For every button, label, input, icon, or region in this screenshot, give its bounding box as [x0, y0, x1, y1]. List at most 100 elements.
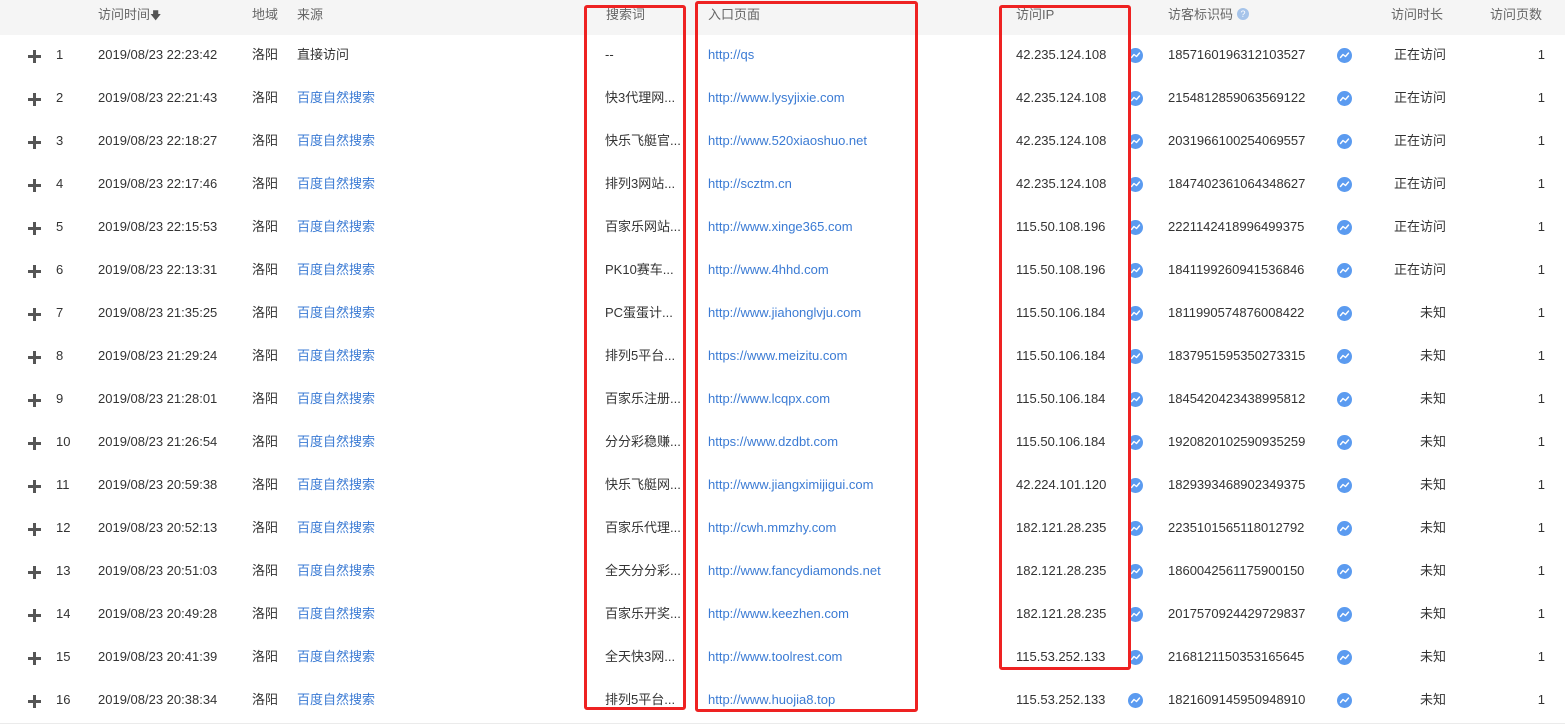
source[interactable]: 百度自然搜索 — [297, 131, 375, 151]
ip-trend-icon[interactable] — [1128, 521, 1143, 536]
visitor-trend-icon[interactable] — [1337, 91, 1352, 106]
entry-page-link[interactable]: http://www.keezhen.com — [708, 604, 849, 624]
search-keyword[interactable]: 排列5平台... — [605, 346, 683, 366]
source[interactable]: 百度自然搜索 — [297, 604, 375, 624]
entry-page-link[interactable]: http://www.4hhd.com — [708, 260, 829, 280]
search-keyword[interactable]: PK10赛车... — [605, 260, 683, 280]
visitor-trend-icon[interactable] — [1337, 521, 1352, 536]
expand-row-icon[interactable] — [28, 93, 41, 106]
entry-page-link[interactable]: http://www.toolrest.com — [708, 647, 842, 667]
visitor-trend-icon[interactable] — [1337, 177, 1352, 192]
ip-trend-icon[interactable] — [1128, 91, 1143, 106]
expand-row-icon[interactable] — [28, 351, 41, 364]
entry-page-link[interactable]: http://www.lcqpx.com — [708, 389, 830, 409]
arrow-down-icon[interactable]: 🡇 — [150, 10, 161, 22]
question-icon[interactable]: ? — [1237, 8, 1250, 20]
ip-trend-icon[interactable] — [1128, 693, 1143, 708]
source[interactable]: 百度自然搜索 — [297, 475, 375, 495]
search-keyword[interactable]: 全天分分彩... — [605, 561, 683, 581]
table-row[interactable]: 7 2019/08/23 21:35:25 洛阳 百度自然搜索 PC蛋蛋计... http… — [0, 293, 1565, 337]
ip-trend-icon[interactable] — [1128, 177, 1143, 192]
table-row[interactable]: 6 2019/08/23 22:13:31 洛阳 百度自然搜索 PK10赛车... htt… — [0, 250, 1565, 294]
column-header-time[interactable]: 访问时间🡇 — [98, 5, 161, 26]
ip-trend-icon[interactable] — [1128, 478, 1143, 493]
visitor-trend-icon[interactable] — [1337, 693, 1352, 708]
entry-page-link[interactable]: https://www.dzdbt.com — [708, 432, 838, 452]
search-keyword[interactable]: 排列3网站... — [605, 174, 683, 194]
search-keyword[interactable]: 百家乐注册... — [605, 389, 683, 409]
expand-row-icon[interactable] — [28, 695, 41, 708]
visitor-trend-icon[interactable] — [1337, 349, 1352, 364]
table-row[interactable]: 5 2019/08/23 22:15:53 洛阳 百度自然搜索 百家乐网站... http… — [0, 207, 1565, 251]
entry-page-link[interactable]: http://www.huojia8.top — [708, 690, 835, 710]
ip-trend-icon[interactable] — [1128, 650, 1143, 665]
ip-trend-icon[interactable] — [1128, 564, 1143, 579]
entry-page-link[interactable]: http://www.xinge365.com — [708, 217, 853, 237]
search-keyword[interactable]: PC蛋蛋计... — [605, 303, 683, 323]
visitor-trend-icon[interactable] — [1337, 306, 1352, 321]
ip-trend-icon[interactable] — [1128, 349, 1143, 364]
entry-page-link[interactable]: http://www.520xiaoshuo.net — [708, 131, 867, 151]
ip-trend-icon[interactable] — [1128, 134, 1143, 149]
entry-page-link[interactable]: http://qs — [708, 45, 754, 65]
ip-trend-icon[interactable] — [1128, 306, 1143, 321]
ip-trend-icon[interactable] — [1128, 435, 1143, 450]
entry-page-link[interactable]: http://www.fancydiamonds.net — [708, 561, 881, 581]
visitor-trend-icon[interactable] — [1337, 564, 1352, 579]
visitor-trend-icon[interactable] — [1337, 134, 1352, 149]
search-keyword[interactable]: -- — [605, 45, 683, 65]
source[interactable]: 百度自然搜索 — [297, 303, 375, 323]
visitor-trend-icon[interactable] — [1337, 48, 1352, 63]
expand-row-icon[interactable] — [28, 265, 41, 278]
table-row[interactable]: 16 2019/08/23 20:38:34 洛阳 百度自然搜索 排列5平台... htt… — [0, 680, 1565, 724]
table-row[interactable]: 12 2019/08/23 20:52:13 洛阳 百度自然搜索 百家乐代理... htt… — [0, 508, 1565, 552]
table-row[interactable]: 2 2019/08/23 22:21:43 洛阳 百度自然搜索 快3代理网... http… — [0, 78, 1565, 122]
visitor-trend-icon[interactable] — [1337, 263, 1352, 278]
entry-page-link[interactable]: http://www.jiangximijigui.com — [708, 475, 873, 495]
search-keyword[interactable]: 百家乐网站... — [605, 217, 683, 237]
search-keyword[interactable]: 排列5平台... — [605, 690, 683, 710]
expand-row-icon[interactable] — [28, 437, 41, 450]
search-keyword[interactable]: 快乐飞艇官... — [605, 131, 683, 151]
expand-row-icon[interactable] — [28, 394, 41, 407]
ip-trend-icon[interactable] — [1128, 392, 1143, 407]
search-keyword[interactable]: 百家乐代理... — [605, 518, 683, 538]
visitor-trend-icon[interactable] — [1337, 435, 1352, 450]
expand-row-icon[interactable] — [28, 523, 41, 536]
visitor-trend-icon[interactable] — [1337, 650, 1352, 665]
visitor-trend-icon[interactable] — [1337, 478, 1352, 493]
table-row[interactable]: 3 2019/08/23 22:18:27 洛阳 百度自然搜索 快乐飞艇官... http… — [0, 121, 1565, 165]
ip-trend-icon[interactable] — [1128, 220, 1143, 235]
ip-trend-icon[interactable] — [1128, 48, 1143, 63]
expand-row-icon[interactable] — [28, 652, 41, 665]
search-keyword[interactable]: 百家乐开奖... — [605, 604, 683, 624]
table-row[interactable]: 13 2019/08/23 20:51:03 洛阳 百度自然搜索 全天分分彩... htt… — [0, 551, 1565, 595]
source[interactable]: 百度自然搜索 — [297, 88, 375, 108]
source[interactable]: 百度自然搜索 — [297, 690, 375, 710]
table-row[interactable]: 1 2019/08/23 22:23:42 洛阳 直接访问 -- http://qs 42.… — [0, 35, 1565, 79]
table-row[interactable]: 14 2019/08/23 20:49:28 洛阳 百度自然搜索 百家乐开奖... htt… — [0, 594, 1565, 638]
expand-row-icon[interactable] — [28, 222, 41, 235]
expand-row-icon[interactable] — [28, 480, 41, 493]
expand-row-icon[interactable] — [28, 136, 41, 149]
search-keyword[interactable]: 快3代理网... — [605, 88, 683, 108]
table-row[interactable]: 15 2019/08/23 20:41:39 洛阳 百度自然搜索 全天快3网... htt… — [0, 637, 1565, 681]
table-row[interactable]: 9 2019/08/23 21:28:01 洛阳 百度自然搜索 百家乐注册... http… — [0, 379, 1565, 423]
table-row[interactable]: 4 2019/08/23 22:17:46 洛阳 百度自然搜索 排列3网站... http… — [0, 164, 1565, 208]
source[interactable]: 百度自然搜索 — [297, 647, 375, 667]
source[interactable]: 百度自然搜索 — [297, 174, 375, 194]
entry-page-link[interactable]: http://www.lysyjixie.com — [708, 88, 845, 108]
search-keyword[interactable]: 分分彩稳赚... — [605, 432, 683, 452]
source[interactable]: 百度自然搜索 — [297, 518, 375, 538]
entry-page-link[interactable]: https://www.meizitu.com — [708, 346, 847, 366]
ip-trend-icon[interactable] — [1128, 263, 1143, 278]
table-row[interactable]: 8 2019/08/23 21:29:24 洛阳 百度自然搜索 排列5平台... http… — [0, 336, 1565, 380]
source[interactable]: 百度自然搜索 — [297, 389, 375, 409]
source[interactable]: 百度自然搜索 — [297, 346, 375, 366]
source[interactable]: 百度自然搜索 — [297, 260, 375, 280]
expand-row-icon[interactable] — [28, 179, 41, 192]
entry-page-link[interactable]: http://scztm.cn — [708, 174, 792, 194]
expand-row-icon[interactable] — [28, 566, 41, 579]
visitor-trend-icon[interactable] — [1337, 220, 1352, 235]
search-keyword[interactable]: 全天快3网... — [605, 647, 683, 667]
